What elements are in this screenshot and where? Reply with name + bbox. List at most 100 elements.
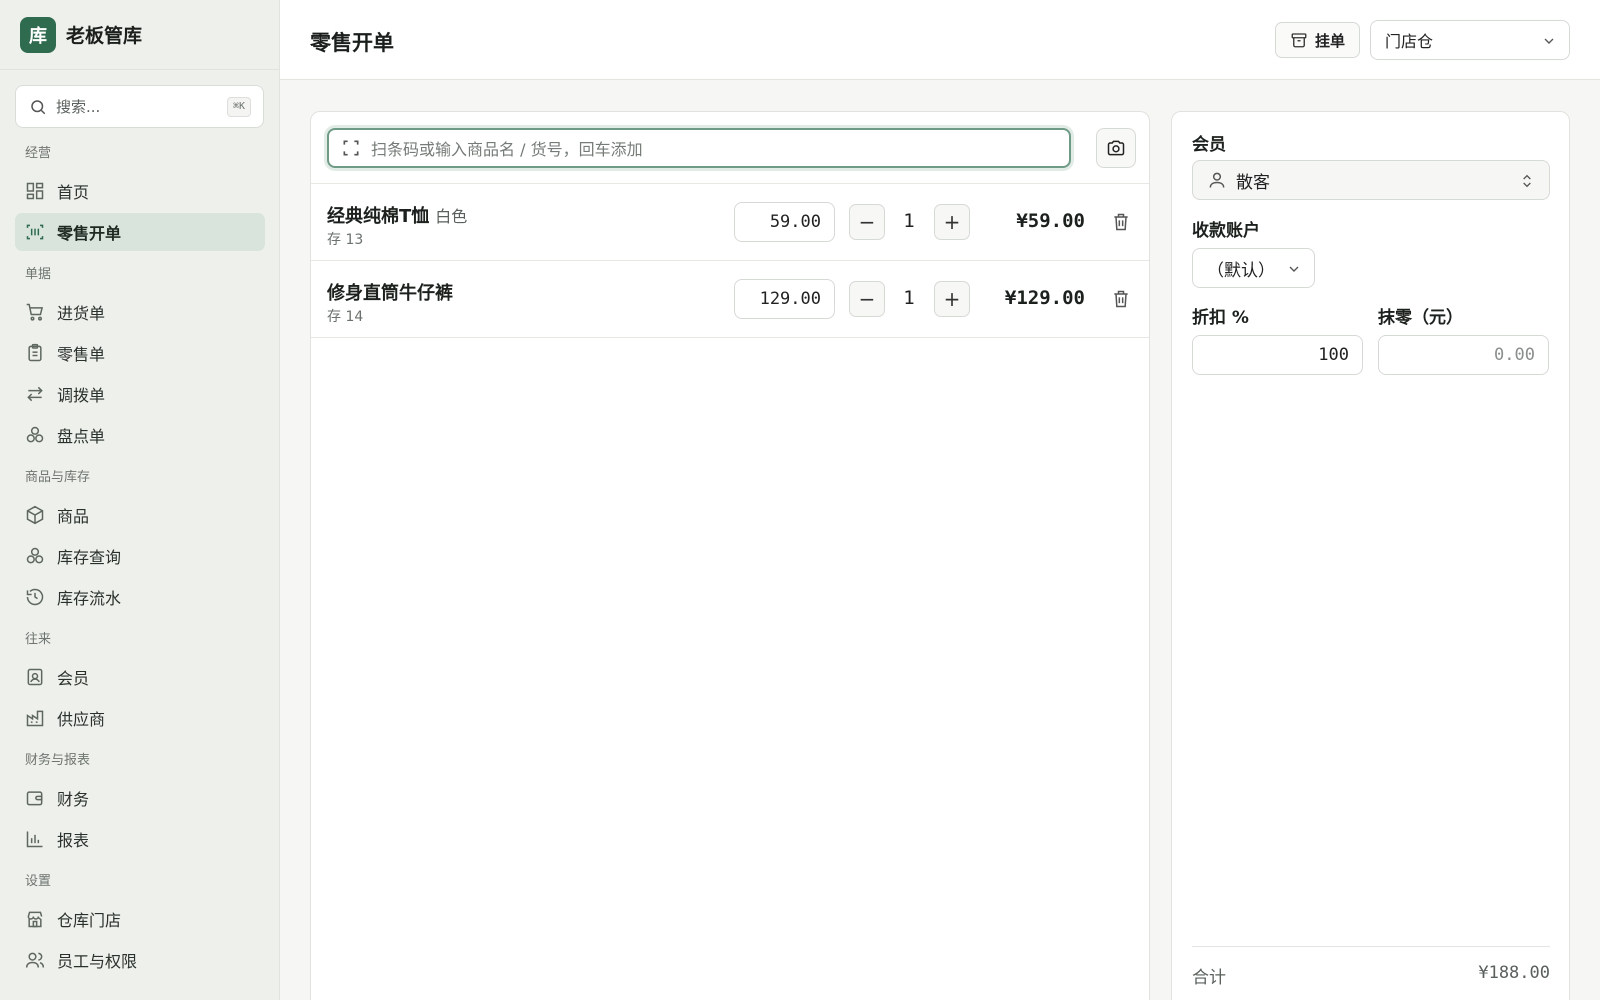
decrease-qty-button[interactable]: − (849, 281, 885, 317)
search-icon (31, 99, 46, 114)
nav-group-business: 经营 首页 零售开单 (0, 136, 280, 251)
decrease-qty-button[interactable]: − (849, 204, 885, 240)
sidebar-item-retail-order[interactable]: 零售开单 (15, 213, 265, 251)
nav-group-title: 往来 (25, 632, 52, 647)
sidebar-item-label: 员工与权限 (57, 952, 138, 971)
clipboard-icon (28, 343, 42, 362)
sidebar-item-label: 库存流水 (57, 589, 122, 608)
discount-input[interactable]: 100 (1192, 335, 1363, 375)
increase-qty-button[interactable]: + (934, 281, 970, 317)
brand-name: 老板管库 (66, 25, 143, 47)
sidebar-item-stocktake[interactable]: 盘点单 (15, 416, 265, 454)
chevron-down-icon (1544, 38, 1554, 44)
trash-icon[interactable] (1111, 211, 1131, 233)
hold-order-label: 挂单 (1314, 31, 1345, 50)
warehouse-select[interactable]: 门店仓 (1370, 20, 1570, 60)
sidebar-item-warehouses[interactable]: 仓库门店 (15, 900, 265, 938)
total-value: ¥188.00 (1478, 963, 1550, 983)
sidebar-item-label: 零售开单 (57, 224, 122, 243)
product-name-text: 经典纯棉T恤 (327, 206, 430, 227)
wallet-icon (26, 791, 43, 806)
member-select[interactable]: 散客 (1192, 160, 1550, 200)
cart-panel: 扫条码或输入商品名 / 货号，回车添加 经典纯棉T恤 白色 存 13 59.00 … (310, 111, 1150, 1000)
transfer-icon (27, 386, 43, 402)
rounding-label: 抹零（元） (1378, 308, 1463, 328)
product-stock: 存 13 (327, 232, 364, 248)
boxes-icon (26, 547, 44, 564)
increase-qty-button[interactable]: + (934, 204, 970, 240)
camera-icon (1107, 140, 1125, 156)
sidebar-item-label: 报表 (57, 831, 90, 850)
sidebar-item-retail-list[interactable]: 零售单 (15, 334, 265, 372)
sidebar: 库 老板管库 搜索... ⌘K 经营 首页 零售开单 单据 进货单 零售单 调拨… (0, 0, 280, 1000)
sidebar-item-products[interactable]: 商品 (15, 496, 265, 534)
search-placeholder: 搜索... (56, 98, 101, 116)
store-icon (27, 911, 43, 928)
unit-price-input[interactable]: 129.00 (734, 279, 835, 319)
scan-row: 扫条码或输入商品名 / 货号，回车添加 (311, 112, 1149, 184)
product-name: 经典纯棉T恤 白色 (327, 202, 467, 228)
scan-input-placeholder: 扫条码或输入商品名 / 货号，回车添加 (371, 140, 643, 159)
page-title: 零售开单 (310, 31, 394, 55)
chevron-down-icon (1289, 266, 1299, 272)
brand[interactable]: 库 老板管库 (0, 0, 279, 70)
sidebar-item-inventory[interactable]: 库存查询 (15, 537, 265, 575)
top-header: 零售开单 挂单 门店仓 (280, 0, 1600, 80)
nav-group-title: 商品与库存 (25, 470, 91, 485)
trash-icon[interactable] (1111, 288, 1131, 310)
quantity-value: 1 (903, 210, 915, 232)
sidebar-item-label: 进货单 (57, 304, 106, 323)
nav-group-title: 设置 (25, 874, 52, 889)
warehouse-select-value: 门店仓 (1385, 32, 1434, 51)
brand-logo: 库 (20, 16, 56, 53)
sidebar-item-reports[interactable]: 报表 (15, 820, 265, 858)
sidebar-item-label: 盘点单 (57, 427, 106, 446)
factory-icon (26, 710, 44, 727)
member-select-value: 散客 (1236, 172, 1270, 193)
unit-price-input[interactable]: 59.00 (734, 202, 835, 242)
user-icon (1209, 172, 1225, 188)
chevron-up-down-icon (1523, 174, 1531, 188)
cart-icon (26, 303, 44, 321)
camera-scan-button[interactable] (1096, 128, 1136, 168)
product-stock: 存 14 (327, 309, 364, 325)
sidebar-item-label: 仓库门店 (57, 911, 122, 930)
scan-input[interactable]: 扫条码或输入商品名 / 货号，回车添加 (327, 128, 1071, 168)
nav-group-documents: 单据 进货单 零售单 调拨单 盘点单 (0, 257, 280, 454)
sidebar-item-label: 首页 (57, 183, 90, 202)
payment-account-select[interactable]: （默认） (1192, 248, 1315, 288)
sidebar-item-members[interactable]: 会员 (15, 658, 265, 696)
sidebar-item-home[interactable]: 首页 (15, 172, 265, 210)
sidebar-item-suppliers[interactable]: 供应商 (15, 699, 265, 737)
history-icon (26, 588, 44, 606)
contact-icon (27, 668, 43, 686)
sidebar-item-inventory-log[interactable]: 库存流水 (15, 578, 265, 616)
total-label: 合计 (1192, 968, 1226, 988)
sidebar-item-staff[interactable]: 员工与权限 (15, 941, 265, 979)
nav-group-contacts: 往来 会员 供应商 (0, 622, 280, 737)
sidebar-item-purchase[interactable]: 进货单 (15, 293, 265, 331)
search-input[interactable]: 搜索... ⌘K (15, 85, 264, 128)
sidebar-item-finance[interactable]: 财务 (15, 779, 265, 817)
rounding-input[interactable]: 0.00 (1378, 335, 1549, 375)
nav-group-products: 商品与库存 商品 库存查询 库存流水 (0, 460, 280, 616)
cart-line: 修身直筒牛仔裤 存 14 129.00 − 1 + ¥129.00 (311, 261, 1149, 338)
nav-group-title: 经营 (25, 146, 52, 161)
line-amount: ¥59.00 (1016, 210, 1085, 232)
hold-order-button[interactable]: 挂单 (1275, 22, 1360, 58)
sidebar-item-label: 调拨单 (57, 386, 106, 405)
quantity-value: 1 (903, 287, 915, 309)
line-amount: ¥129.00 (1004, 287, 1085, 309)
sidebar-item-label: 零售单 (57, 345, 106, 364)
archive-icon (1291, 33, 1307, 48)
nav-group-settings: 设置 仓库门店 员工与权限 (0, 864, 280, 979)
sidebar-item-transfer[interactable]: 调拨单 (15, 375, 265, 413)
nav-group-title: 单据 (25, 267, 52, 282)
scan-frame-icon (343, 140, 359, 156)
discount-label: 折扣 % (1192, 308, 1249, 328)
total-row: 合计 ¥188.00 (1192, 946, 1550, 988)
users-icon (25, 952, 45, 968)
sidebar-item-label: 库存查询 (57, 548, 122, 567)
nav-group-finance: 财务与报表 财务 报表 (0, 743, 280, 858)
sidebar-item-label: 商品 (57, 507, 90, 526)
